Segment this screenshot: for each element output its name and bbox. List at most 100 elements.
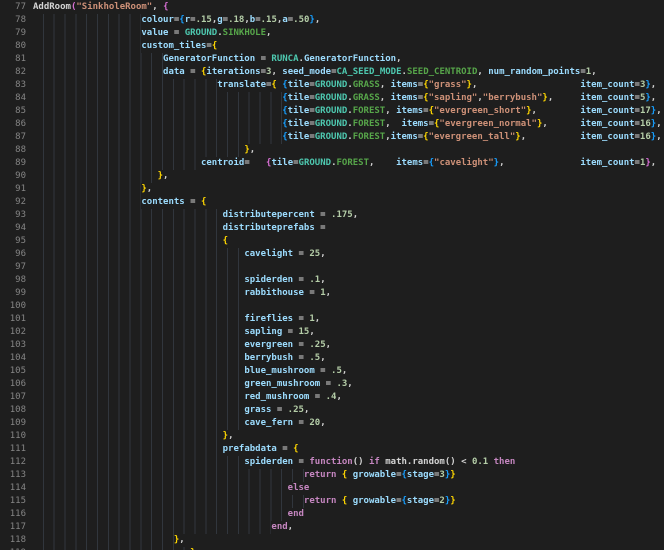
- line-number[interactable]: 81: [0, 53, 26, 66]
- code-line[interactable]: 95{: [0, 235, 664, 248]
- line-number[interactable]: 86: [0, 118, 26, 131]
- line-number[interactable]: 102: [0, 326, 26, 339]
- code-line[interactable]: 100: [0, 300, 664, 313]
- line-number[interactable]: 100: [0, 300, 26, 313]
- code-line[interactable]: 108grass = .25,: [0, 404, 664, 417]
- code-line[interactable]: 90},: [0, 170, 664, 183]
- line-number[interactable]: 77: [0, 1, 26, 14]
- code-line[interactable]: 99rabbithouse = 1,: [0, 287, 664, 300]
- line-number[interactable]: 117: [0, 521, 26, 534]
- line-number[interactable]: 80: [0, 40, 26, 53]
- code-line[interactable]: 101fireflies = 1,: [0, 313, 664, 326]
- token: ,: [228, 431, 233, 441]
- code-line[interactable]: 112spiderden = function() if math.random…: [0, 456, 664, 469]
- line-number[interactable]: 83: [0, 79, 26, 92]
- code-line[interactable]: 84{tile=GROUND.GRASS, items={"sapling","…: [0, 92, 664, 105]
- line-number[interactable]: 88: [0, 144, 26, 157]
- code-text: else: [26, 482, 309, 495]
- line-number[interactable]: 114: [0, 482, 26, 495]
- line-number[interactable]: 105: [0, 365, 26, 378]
- code-line[interactable]: 105blue_mushroom = .5,: [0, 365, 664, 378]
- code-line[interactable]: 96cavelight = 25,: [0, 248, 664, 261]
- code-line[interactable]: 114else: [0, 482, 664, 495]
- token: ,: [477, 67, 488, 77]
- code-line[interactable]: 93distributepercent = .175,: [0, 209, 664, 222]
- line-number[interactable]: 101: [0, 313, 26, 326]
- line-number[interactable]: 103: [0, 339, 26, 352]
- code-text: distributepercent = .175,: [26, 209, 358, 222]
- code-line[interactable]: 94distributeprefabs =: [0, 222, 664, 235]
- line-number[interactable]: 99: [0, 287, 26, 300]
- token: AddRoom: [33, 2, 71, 12]
- code-text: rabbithouse = 1,: [26, 287, 331, 300]
- code-text: fireflies = 1,: [26, 313, 320, 326]
- code-line[interactable]: 87{tile=GROUND.FOREST,items={"evergreen_…: [0, 131, 664, 144]
- line-number[interactable]: 108: [0, 404, 26, 417]
- code-line[interactable]: 77AddRoom("SinkholeRoom", {: [0, 1, 664, 14]
- token: end: [288, 509, 304, 519]
- code-line[interactable]: 104berrybush = .5,: [0, 352, 664, 365]
- code-line[interactable]: 111prefabdata = {: [0, 443, 664, 456]
- line-number[interactable]: 111: [0, 443, 26, 456]
- code-line[interactable]: 107red_mushroom = .4,: [0, 391, 664, 404]
- code-line[interactable]: 83translate={ {tile=GROUND.GRASS, items=…: [0, 79, 664, 92]
- code-line[interactable]: 118},: [0, 534, 664, 547]
- code-line[interactable]: 88},: [0, 144, 664, 157]
- code-line[interactable]: 79value = GROUND.SINKHOLE,: [0, 27, 664, 40]
- line-number[interactable]: 106: [0, 378, 26, 391]
- line-number[interactable]: 92: [0, 196, 26, 209]
- line-number[interactable]: 93: [0, 209, 26, 222]
- code-line[interactable]: 91},: [0, 183, 664, 196]
- line-number[interactable]: 107: [0, 391, 26, 404]
- line-number[interactable]: 90: [0, 170, 26, 183]
- code-line[interactable]: 80custom_tiles={: [0, 40, 664, 53]
- line-number[interactable]: 104: [0, 352, 26, 365]
- code-line[interactable]: 115return { growable={stage=2}}: [0, 495, 664, 508]
- line-number[interactable]: 97: [0, 261, 26, 274]
- token: ,: [353, 210, 358, 220]
- code-line[interactable]: 113return { growable={stage=3}}: [0, 469, 664, 482]
- line-number[interactable]: 78: [0, 14, 26, 27]
- token: .50: [293, 15, 309, 25]
- code-line[interactable]: 117end,: [0, 521, 664, 534]
- code-line[interactable]: 78colour={r=.15,g=.18,b=.15,a=.50},: [0, 14, 664, 27]
- line-number[interactable]: 84: [0, 92, 26, 105]
- token: if: [369, 457, 380, 467]
- token: ,: [521, 132, 581, 142]
- line-number[interactable]: 87: [0, 131, 26, 144]
- code-line[interactable]: 81GeneratorFunction = RUNCA.GeneratorFun…: [0, 53, 664, 66]
- code-line[interactable]: 97: [0, 261, 664, 274]
- code-line[interactable]: 89centroid= {tile=GROUND.FOREST, items={…: [0, 157, 664, 170]
- line-number[interactable]: 109: [0, 417, 26, 430]
- code-line[interactable]: 98spiderden = .1,: [0, 274, 664, 287]
- line-number[interactable]: 113: [0, 469, 26, 482]
- line-number[interactable]: 82: [0, 66, 26, 79]
- line-number[interactable]: 115: [0, 495, 26, 508]
- code-line[interactable]: 109cave_fern = 20,: [0, 417, 664, 430]
- line-number[interactable]: 118: [0, 534, 26, 547]
- code-line[interactable]: 92contents = {: [0, 196, 664, 209]
- token: GROUND: [315, 106, 348, 116]
- code-line[interactable]: 82data = {iterations=3, seed_mode=CA_SEE…: [0, 66, 664, 79]
- line-number[interactable]: 85: [0, 105, 26, 118]
- code-line[interactable]: 85{tile=GROUND.FOREST, items={"evergreen…: [0, 105, 664, 118]
- line-number[interactable]: 110: [0, 430, 26, 443]
- line-number[interactable]: 96: [0, 248, 26, 261]
- line-number[interactable]: 89: [0, 157, 26, 170]
- indent-guides: [33, 495, 304, 508]
- line-number[interactable]: 79: [0, 27, 26, 40]
- token: item_count: [580, 80, 634, 90]
- line-number[interactable]: 94: [0, 222, 26, 235]
- line-number[interactable]: 116: [0, 508, 26, 521]
- code-line[interactable]: 86{tile=GROUND.FOREST, items={"evergreen…: [0, 118, 664, 131]
- code-line[interactable]: 110},: [0, 430, 664, 443]
- code-text: return { growable={stage=3}}: [26, 469, 456, 482]
- code-line[interactable]: 116 end: [0, 508, 664, 521]
- line-number[interactable]: 98: [0, 274, 26, 287]
- line-number[interactable]: 91: [0, 183, 26, 196]
- code-line[interactable]: 102sapling = 15,: [0, 326, 664, 339]
- code-line[interactable]: 106green_mushroom = .3,: [0, 378, 664, 391]
- code-line[interactable]: 103evergreen = .25,: [0, 339, 664, 352]
- line-number[interactable]: 95: [0, 235, 26, 248]
- line-number[interactable]: 112: [0, 456, 26, 469]
